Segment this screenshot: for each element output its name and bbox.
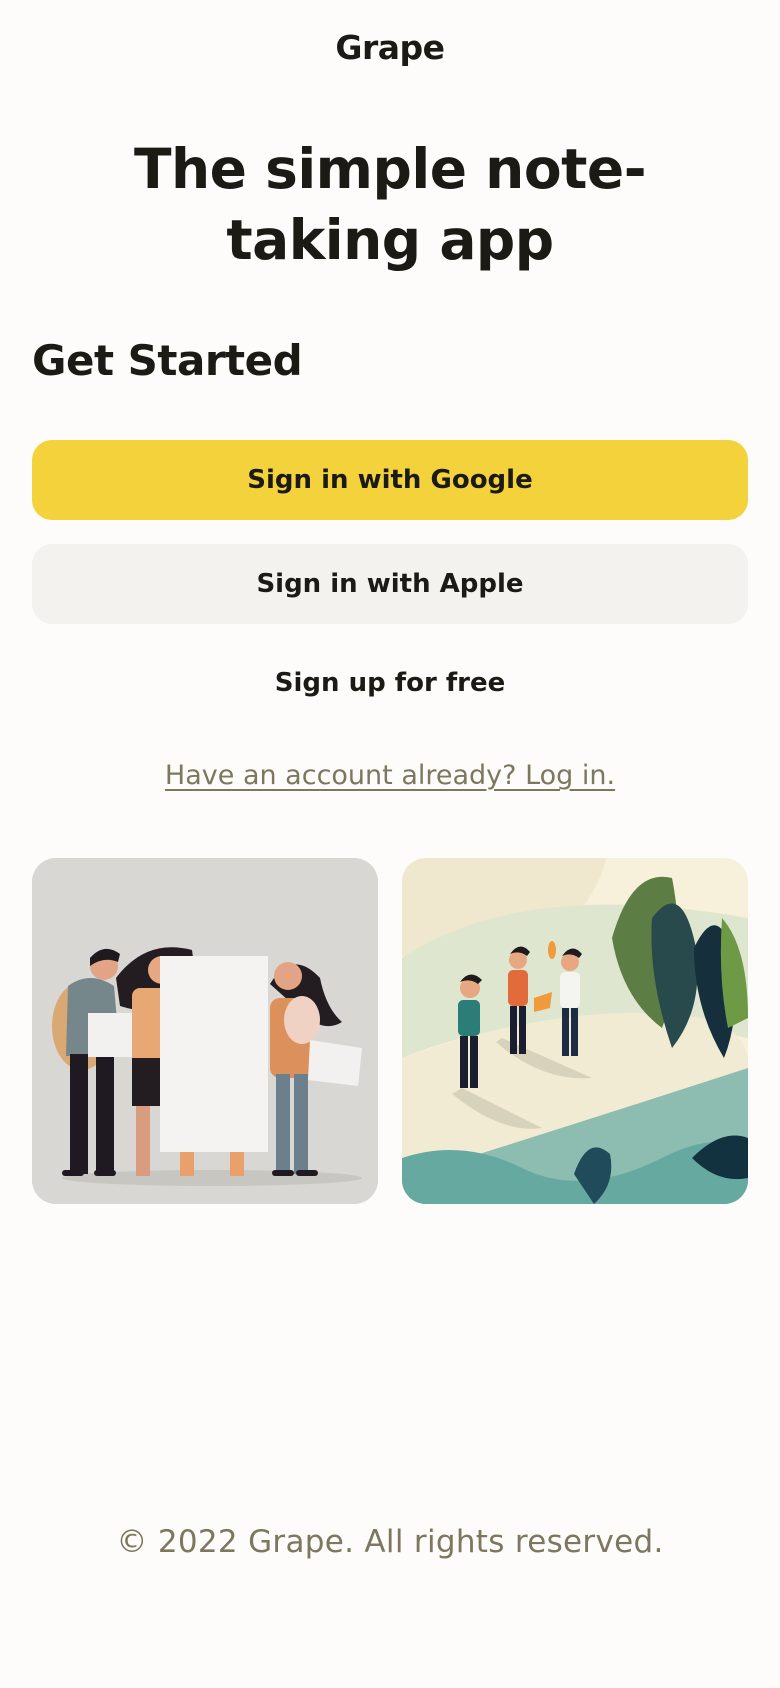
people-on-hill-illustration xyxy=(402,858,748,1204)
get-started-title: Get Started xyxy=(32,336,303,385)
group-holding-signs-illustration xyxy=(32,858,378,1204)
hero-headline: The simple note-taking app xyxy=(133,137,647,272)
sign-in-google-button[interactable]: Sign in with Google xyxy=(32,440,748,520)
brand-logo-text[interactable]: Grape xyxy=(0,28,780,67)
sign-up-free-link[interactable]: Sign up for free xyxy=(0,668,780,698)
sign-in-apple-button[interactable]: Sign in with Apple xyxy=(32,544,748,624)
copyright-footer: © 2022 Grape. All rights reserved. xyxy=(116,1524,664,1560)
landing-page: Grape The simple note-taking app Get Sta… xyxy=(0,0,780,1688)
log-in-link[interactable]: Have an account already? Log in. xyxy=(0,760,780,791)
